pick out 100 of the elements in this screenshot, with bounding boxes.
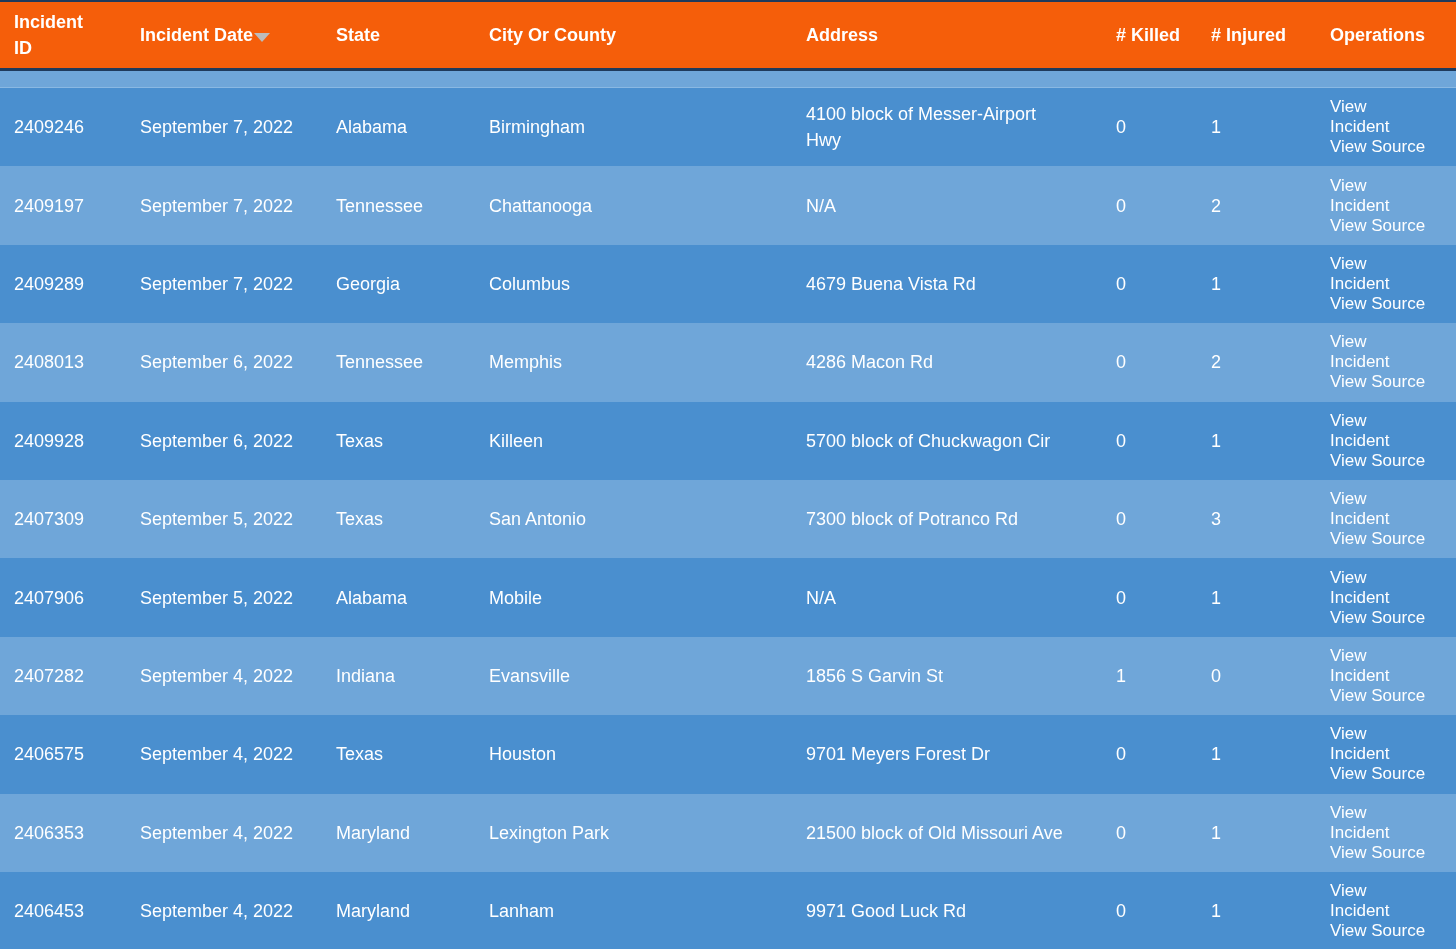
sort-descending-icon[interactable] [254,33,271,43]
table-cell-text: 1 [1211,586,1221,610]
table-cell-text: Texas [336,508,384,532]
table-cell-text: Killeen [489,429,544,453]
table-link[interactable]: View Incident [1330,645,1410,686]
table-cell-text: 2407309 [14,508,85,532]
table-cell-text: Georgia [336,272,401,296]
table-link[interactable]: View Source [1330,842,1438,863]
table-cell-text: 9701 Meyers Forest Dr [806,743,991,767]
table-link[interactable]: View Incident [1330,410,1410,451]
table-cell-text: September 4, 2022 [140,821,294,845]
table-cell-text: 0 [1116,821,1126,845]
table-cell-text: 4679 Buena Vista Rd [806,272,976,296]
table-link[interactable]: View Incident [1330,489,1410,530]
table-link[interactable]: View Incident [1330,724,1410,765]
table-cell-text: 2 [1211,351,1221,375]
table-cell-text: 21500 block of Old Missouri Ave [806,821,1063,845]
table-cell-text: Memphis [489,351,563,375]
table-cell-text: Mobile [489,586,543,610]
table-cell-text: September 7, 2022 [140,116,294,140]
column-header[interactable]: Incident Date [140,22,254,48]
table-cell-text: 0 [1116,429,1126,453]
table-cell-text: September 4, 2022 [140,664,294,688]
column-header[interactable]: # Injured [1211,22,1286,48]
table-link[interactable]: View Incident [1330,175,1410,216]
table-cell-text: Alabama [336,116,408,140]
table-cell-text: Indiana [336,664,396,688]
table-cell-text: 0 [1116,194,1126,218]
table-cell-text: 2408013 [14,351,85,375]
column-header[interactable]: City Or County [489,22,616,48]
table-cell-text: 0 [1116,508,1126,532]
table-cell-text: September 6, 2022 [140,351,294,375]
table-cell-text: 0 [1211,664,1221,688]
column-header[interactable]: Operations [1330,22,1426,48]
table-cell-text: 0 [1116,743,1126,767]
table-cell-text: Evansville [489,664,571,688]
table-cell-text: 2407906 [14,586,85,610]
table-link[interactable]: View Source [1330,921,1438,942]
table-cell-text: Houston [489,743,557,767]
table-cell-text: September 4, 2022 [140,743,294,767]
table-cell-text: Birmingham [489,116,586,140]
table-cell-text: 4100 block of Messer-Airport Hwy [806,103,1038,153]
table-cell-text: Tennessee [336,194,424,218]
table-cell-text: 4286 Macon Rd [806,351,934,375]
table-cell-text: 0 [1116,900,1126,924]
table-link[interactable]: View Incident [1330,253,1410,294]
table-cell-text: Maryland [336,900,411,924]
table-cell-text: 1 [1116,664,1126,688]
table-link[interactable]: View Incident [1330,802,1410,843]
table-cell-text: 5700 block of Chuckwagon Cir [806,429,1051,453]
table-cell-text: 2407282 [14,664,85,688]
table-cell-text: N/A [806,194,836,218]
table-cell-text: 2 [1211,194,1221,218]
table-cell-text: Maryland [336,821,411,845]
table-cell-text: San Antonio [489,508,587,532]
table-cell-text: 2409246 [14,116,85,140]
table-cell-text: Lanham [489,900,555,924]
table-cell-text: September 7, 2022 [140,194,294,218]
table-link[interactable]: View Source [1330,764,1438,785]
table-cell-text: N/A [806,586,836,610]
table-cell-text: 0 [1116,272,1126,296]
table-cell-text: 2406353 [14,821,85,845]
table-cell-text: 0 [1116,586,1126,610]
table-cell-text: Chattanooga [489,194,593,218]
table-link[interactable]: View Source [1330,607,1438,628]
table-cell-text: 3 [1211,508,1221,532]
table-cell-text: Columbus [489,272,571,296]
table-cell-text: September 7, 2022 [140,272,294,296]
table-link[interactable]: View Incident [1330,567,1410,608]
table-cell-text: September 6, 2022 [140,429,294,453]
table-cell-text: 1 [1211,272,1221,296]
table-cell-text: 9971 Good Luck Rd [806,900,967,924]
table-cell-text: 2409928 [14,429,85,453]
table-link[interactable]: View Source [1330,215,1438,236]
column-header[interactable]: # Killed [1116,22,1181,48]
table-link[interactable]: View Source [1330,450,1438,471]
table-link[interactable]: View Source [1330,137,1438,158]
table-cell-text: Alabama [336,586,408,610]
table-link[interactable]: View Incident [1330,332,1410,373]
table-cell-text: 2406575 [14,743,85,767]
table-cell-text: 2409197 [14,194,85,218]
table-link[interactable]: View Source [1330,685,1438,706]
column-header[interactable]: Incident ID [14,9,94,61]
table-cell-text: Tennessee [336,351,424,375]
table-link[interactable]: View Source [1330,372,1438,393]
table-cell-text: 0 [1116,351,1126,375]
table-cell-text: 0 [1116,116,1126,140]
table-cell-text: 1856 S Garvin St [806,664,944,688]
column-header[interactable]: Address [806,22,879,48]
table-link[interactable]: View Incident [1330,881,1410,922]
table-cell-text: September 4, 2022 [140,900,294,924]
table-link[interactable]: View Incident [1330,97,1410,138]
table-cell-text: September 5, 2022 [140,508,294,532]
table-cell-text: 1 [1211,743,1221,767]
table-cell-text: Lexington Park [489,821,610,845]
table-cell-text: 2409289 [14,272,85,296]
table-link[interactable]: View Source [1330,293,1438,314]
column-header[interactable]: State [336,22,380,48]
table-cell-text: 2406453 [14,900,85,924]
table-link[interactable]: View Source [1330,529,1438,550]
